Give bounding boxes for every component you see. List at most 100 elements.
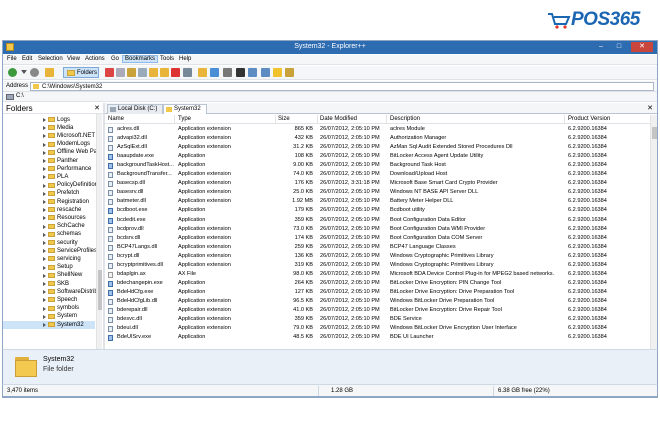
file-row[interactable]: basesrv.dll Application extension 25.0 KB 2…	[105, 188, 650, 197]
tree-item[interactable]: SchCache	[3, 223, 95, 231]
file-row[interactable]: BdeUISrv.exe Application 48.5 KB 26/07/2012…	[105, 333, 650, 342]
expand-arrow-icon[interactable]	[43, 323, 47, 327]
title-bar[interactable]: System32 - Explorer++ – □ ✕	[3, 41, 657, 54]
expand-arrow-icon[interactable]	[43, 232, 47, 237]
expand-arrow-icon[interactable]	[43, 159, 47, 163]
menu-file[interactable]: File	[7, 56, 17, 62]
column-product-version[interactable]: Product Version	[568, 116, 610, 122]
show-hidden-icon[interactable]	[261, 68, 270, 77]
address-input[interactable]: C:\Windows\System32	[30, 82, 654, 91]
tree-item[interactable]: Setup	[3, 264, 95, 272]
expand-arrow-icon[interactable]	[43, 167, 47, 172]
maximize-button[interactable]: □	[611, 42, 627, 52]
expand-arrow-icon[interactable]	[43, 150, 47, 155]
expand-arrow-icon[interactable]	[43, 241, 47, 245]
views-icon[interactable]	[248, 68, 257, 77]
expand-arrow-icon[interactable]	[43, 134, 47, 139]
file-row[interactable]: bcdsrv.dll Application extension 174 KB 26/…	[105, 234, 650, 243]
file-row[interactable]: BdeHdCfg.exe Application 127 KB 26/07/2012,…	[105, 288, 650, 297]
column-divider[interactable]	[317, 115, 318, 124]
menu-view[interactable]: View	[67, 56, 80, 62]
up-folder-icon[interactable]	[45, 68, 54, 77]
file-row[interactable]: BdeHdCfgLib.dll Application extension 96.5…	[105, 297, 650, 306]
column-divider[interactable]	[564, 115, 565, 124]
expand-arrow-icon[interactable]	[43, 290, 47, 295]
back-dropdown-icon[interactable]	[21, 70, 27, 75]
file-row[interactable]: BCP47Langs.dll Application extension 259 K…	[105, 243, 650, 252]
organize-bookmarks-icon[interactable]	[285, 68, 294, 77]
menu-tools[interactable]: Tools	[160, 56, 174, 62]
tree-item[interactable]: System32	[3, 321, 95, 330]
tree-item[interactable]: Panther	[3, 157, 95, 165]
expand-arrow-icon[interactable]	[43, 118, 47, 122]
tree-item[interactable]: Prefetch	[3, 190, 95, 198]
file-row[interactable]: baaupdate.exe Application 108 KB 26/07/2012…	[105, 152, 650, 161]
tree-item[interactable]: Microsoft.NET	[3, 132, 95, 140]
column-name[interactable]: Name	[108, 116, 124, 122]
menu-actions[interactable]: Actions	[85, 56, 105, 62]
expand-arrow-icon[interactable]	[43, 249, 47, 254]
column-divider[interactable]	[386, 115, 387, 124]
file-row[interactable]: advapi32.dll Application extension 432 KB 2…	[105, 134, 650, 143]
folders-pane-close-icon[interactable]: ✕	[94, 104, 100, 112]
paste-shortcut-icon[interactable]	[138, 68, 147, 77]
forward-icon[interactable]	[30, 68, 39, 77]
tree-item[interactable]: Resources	[3, 214, 95, 222]
expand-arrow-icon[interactable]	[43, 282, 47, 286]
properties-icon[interactable]	[183, 68, 192, 77]
tree-item[interactable]: Registration	[3, 198, 95, 206]
expand-arrow-icon[interactable]	[43, 314, 47, 319]
folders-toggle-button[interactable]: Folders	[63, 67, 99, 78]
expand-arrow-icon[interactable]	[43, 298, 47, 303]
column-size[interactable]: Size	[278, 116, 290, 122]
tree-item[interactable]: Offline Web Pag	[3, 149, 100, 157]
search-icon[interactable]	[210, 68, 219, 77]
menu-bookmarks[interactable]: Bookmarks	[122, 55, 159, 63]
file-row[interactable]: BackgroundTransfer... Application extensi…	[105, 170, 650, 179]
copy-icon[interactable]	[116, 68, 125, 77]
file-row[interactable]: batmeter.dll Application extension 1.92 MB…	[105, 197, 650, 206]
tree-item[interactable]: ServiceProfiles	[3, 247, 97, 255]
menu-edit[interactable]: Edit	[22, 56, 32, 62]
expand-arrow-icon[interactable]	[43, 265, 47, 270]
expand-arrow-icon[interactable]	[43, 126, 47, 131]
expand-arrow-icon[interactable]	[43, 191, 47, 196]
file-row[interactable]: bcdedit.exe Application 359 KB 26/07/2012, …	[105, 216, 650, 225]
column-description[interactable]: Description	[390, 116, 420, 122]
bookmark-star-icon[interactable]	[273, 68, 282, 77]
column-divider[interactable]	[275, 115, 276, 124]
file-row[interactable]: bcdprov.dll Application extension 73.0 KB 2…	[105, 225, 650, 234]
cut-icon[interactable]	[105, 68, 114, 77]
file-row[interactable]: bderepair.dll Application extension 41.0 K…	[105, 306, 650, 315]
file-row[interactable]: backgroundTaskHost... Application 9.00 KB 2…	[105, 161, 650, 170]
tree-item[interactable]: SKB	[3, 280, 95, 288]
expand-arrow-icon[interactable]	[43, 183, 47, 188]
file-row[interactable]: bdeui.dll Application extension 79.0 KB 26/…	[105, 324, 650, 333]
tree-item[interactable]: Media	[3, 124, 95, 132]
menu-help[interactable]: Help	[179, 56, 191, 62]
column-type[interactable]: Type	[178, 116, 191, 122]
delete-icon[interactable]	[171, 68, 180, 77]
menu-selection[interactable]: Selection	[38, 56, 63, 62]
folder-tree-scroll-thumb[interactable]	[98, 270, 102, 310]
tree-item[interactable]: symbols	[3, 305, 95, 313]
file-row[interactable]: bcrypt.dll Application extension 136 KB 26/…	[105, 252, 650, 261]
file-row[interactable]: bdesvc.dll Application extension 359 KB 26/…	[105, 315, 650, 324]
expand-arrow-icon[interactable]	[43, 306, 47, 311]
tree-item[interactable]: ModemLogs	[3, 141, 95, 149]
expand-arrow-icon[interactable]	[43, 216, 47, 221]
expand-arrow-icon[interactable]	[43, 208, 47, 213]
new-folder-icon[interactable]	[198, 68, 207, 77]
back-icon[interactable]	[8, 68, 17, 77]
tree-item[interactable]: Logs	[3, 116, 95, 124]
refresh-icon[interactable]	[223, 68, 232, 77]
file-list-scroll-thumb[interactable]	[652, 127, 657, 139]
tree-item[interactable]: Speech	[3, 296, 95, 304]
tree-item[interactable]: schemas	[3, 231, 95, 239]
column-date-modified[interactable]: Date Modified	[320, 116, 357, 122]
expand-arrow-icon[interactable]	[43, 142, 47, 147]
minimize-button[interactable]: –	[593, 42, 609, 52]
tab-system32[interactable]: System32	[163, 104, 207, 114]
drive-label[interactable]: C:\	[16, 93, 24, 99]
menu-go[interactable]: Go	[111, 56, 119, 62]
